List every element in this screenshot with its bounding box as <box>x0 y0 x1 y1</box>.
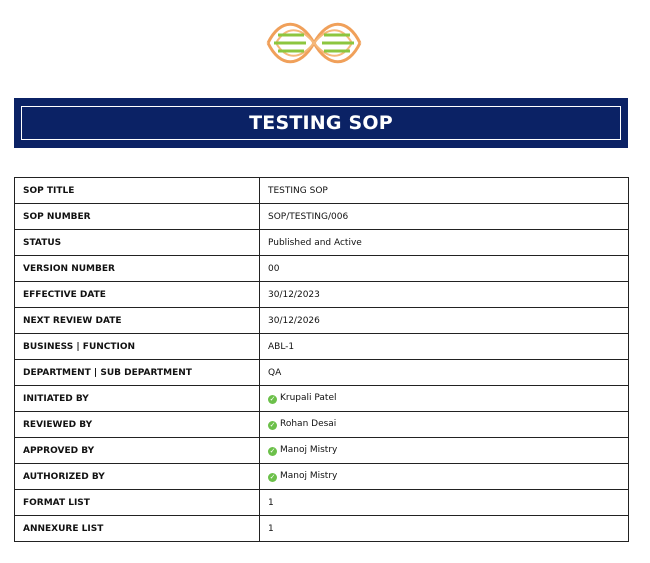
table-row: REVIEWED BY ✓ Rohan Desai <box>14 411 629 438</box>
field-label: BUSINESS | FUNCTION <box>14 333 260 360</box>
title-banner: TESTING SOP <box>14 98 628 148</box>
field-value-cell: 1 <box>259 515 629 542</box>
field-value: Published and Active <box>268 237 362 248</box>
field-label: SOP TITLE <box>14 177 260 204</box>
field-label: VERSION NUMBER <box>14 255 260 282</box>
field-value: 30/12/2023 <box>268 289 320 300</box>
field-value: TESTING SOP <box>268 185 328 196</box>
field-value-cell: Published and Active <box>259 229 629 256</box>
field-value-cell: ✓ Rohan Desai <box>259 411 629 438</box>
field-label: NEXT REVIEW DATE <box>14 307 260 334</box>
field-value: 1 <box>268 523 274 534</box>
field-label: SOP NUMBER <box>14 203 260 230</box>
field-value: 00 <box>268 263 280 274</box>
field-value: 30/12/2026 <box>268 315 320 326</box>
field-value-cell: ✓ Krupali Patel <box>259 385 629 412</box>
field-value: Manoj Mistry <box>280 471 338 481</box>
field-label: EFFECTIVE DATE <box>14 281 260 308</box>
field-value: 1 <box>268 497 274 508</box>
table-row: SOP NUMBER SOP/TESTING/006 <box>14 203 629 230</box>
check-circle-icon: ✓ <box>268 395 277 404</box>
field-value-cell: ✓ Manoj Mistry <box>259 437 629 464</box>
field-value-cell: 1 <box>259 489 629 516</box>
field-label: ANNEXURE LIST <box>14 515 260 542</box>
field-value: Manoj Mistry <box>280 445 338 455</box>
table-row: VERSION NUMBER 00 <box>14 255 629 282</box>
field-value-cell: QA <box>259 359 629 386</box>
field-value: QA <box>268 367 282 378</box>
check-circle-icon: ✓ <box>268 421 277 430</box>
field-label: STATUS <box>14 229 260 256</box>
table-row: DEPARTMENT | SUB DEPARTMENT QA <box>14 359 629 386</box>
table-row: BUSINESS | FUNCTION ABL-1 <box>14 333 629 360</box>
field-value: Krupali Patel <box>280 393 337 403</box>
field-label: AUTHORIZED BY <box>14 463 260 490</box>
table-row: ANNEXURE LIST 1 <box>14 515 629 542</box>
table-row: AUTHORIZED BY ✓ Manoj Mistry <box>14 463 629 490</box>
document-title: TESTING SOP <box>249 112 393 134</box>
field-value-cell: SOP/TESTING/006 <box>259 203 629 230</box>
table-row: EFFECTIVE DATE 30/12/2023 <box>14 281 629 308</box>
title-banner-frame: TESTING SOP <box>21 106 621 140</box>
field-value-cell: 30/12/2026 <box>259 307 629 334</box>
field-value-cell: TESTING SOP <box>259 177 629 204</box>
field-label: INITIATED BY <box>14 385 260 412</box>
field-label: APPROVED BY <box>14 437 260 464</box>
field-label: REVIEWED BY <box>14 411 260 438</box>
check-circle-icon: ✓ <box>268 473 277 482</box>
field-value-cell: 30/12/2023 <box>259 281 629 308</box>
table-row: INITIATED BY ✓ Krupali Patel <box>14 385 629 412</box>
company-logo <box>266 14 362 72</box>
field-label: FORMAT LIST <box>14 489 260 516</box>
sop-info-table: SOP TITLE TESTING SOP SOP NUMBER SOP/TESTIN… <box>14 177 629 542</box>
field-value: SOP/TESTING/006 <box>268 211 349 222</box>
dna-logo-icon <box>266 22 362 64</box>
field-value: Rohan Desai <box>280 419 337 429</box>
field-label: DEPARTMENT | SUB DEPARTMENT <box>14 359 260 386</box>
field-value: ABL-1 <box>268 341 295 352</box>
table-row: APPROVED BY ✓ Manoj Mistry <box>14 437 629 464</box>
table-row: SOP TITLE TESTING SOP <box>14 177 629 204</box>
field-value-cell: 00 <box>259 255 629 282</box>
field-value-cell: ✓ Manoj Mistry <box>259 463 629 490</box>
field-value-cell: ABL-1 <box>259 333 629 360</box>
check-circle-icon: ✓ <box>268 447 277 456</box>
table-row: STATUS Published and Active <box>14 229 629 256</box>
table-row: NEXT REVIEW DATE 30/12/2026 <box>14 307 629 334</box>
table-row: FORMAT LIST 1 <box>14 489 629 516</box>
